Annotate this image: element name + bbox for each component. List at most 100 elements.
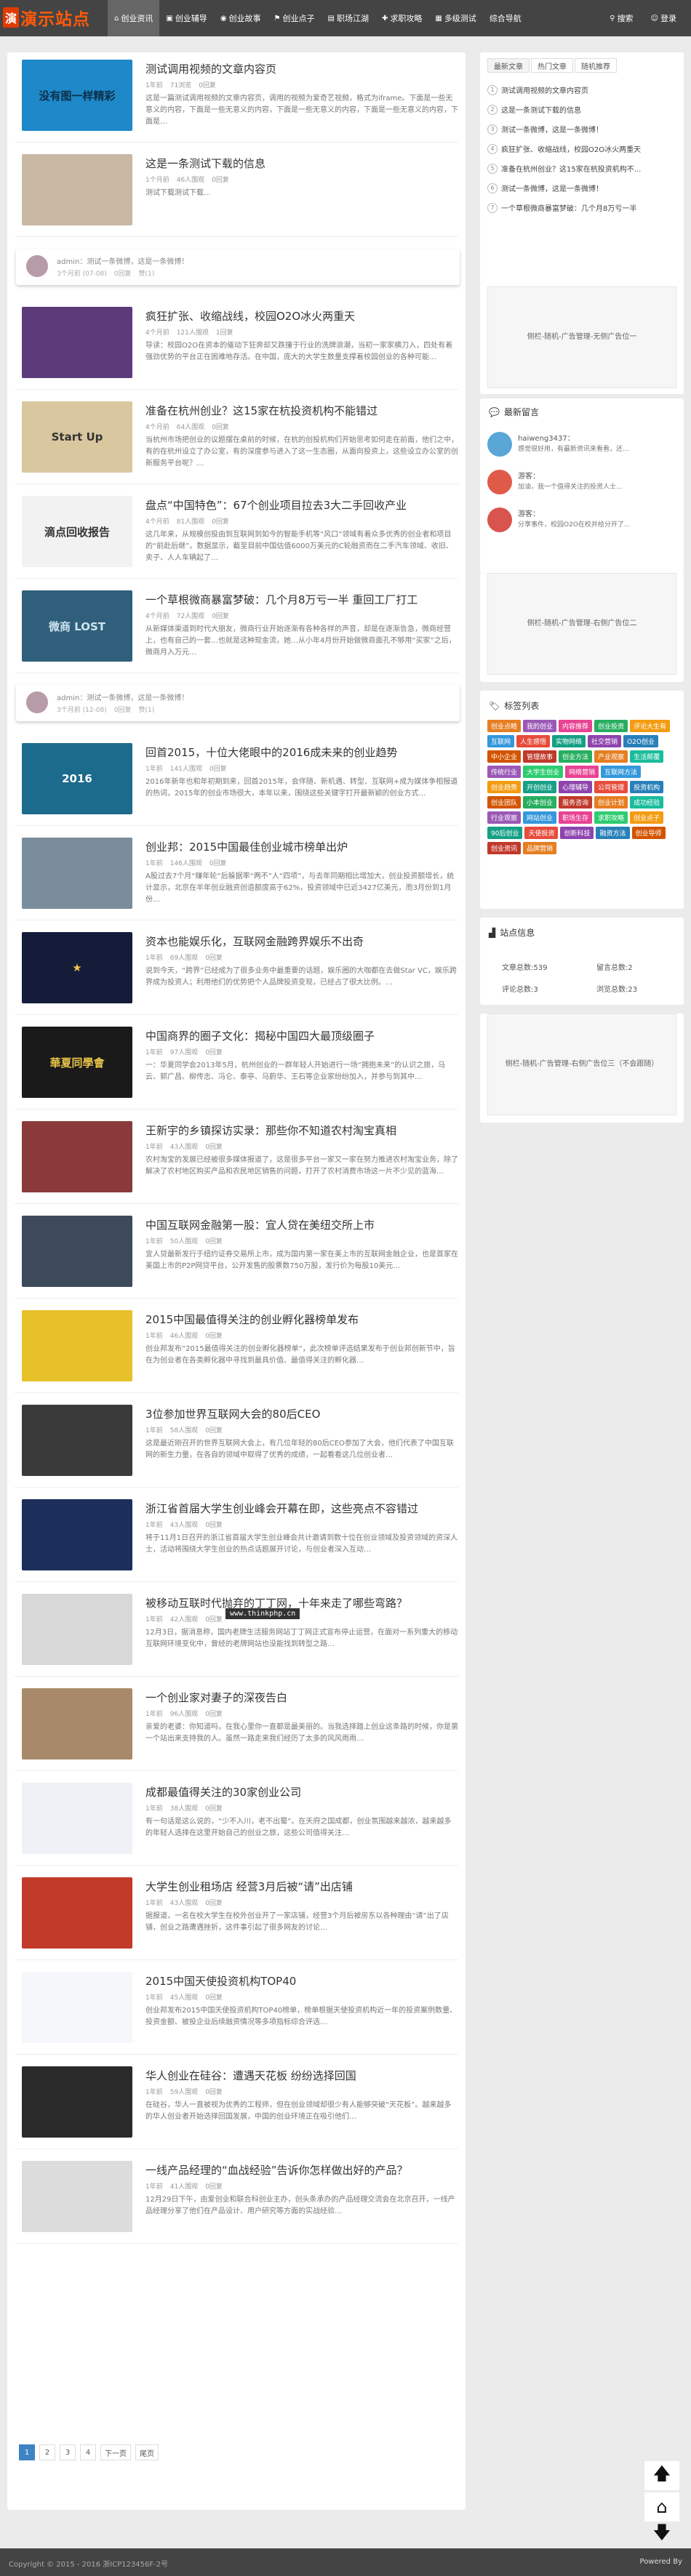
recent-comment[interactable]: 游客： 分享事件，校园O2O在校并给分开了... (487, 505, 676, 538)
sidebar-article-link[interactable]: 2 这是一条测试下载的信息 (487, 104, 581, 115)
tag-link[interactable]: 中小企业 (487, 750, 522, 763)
post-thumbnail[interactable]: 没有图一样精彩 (22, 60, 132, 131)
site-logo[interactable]: 演 演示站点 (3, 6, 90, 29)
post-title[interactable]: 一个创业家对妻子的深夜告白 (145, 1690, 458, 1705)
tag-link[interactable]: 创业点子 (630, 811, 664, 824)
microblog-item[interactable]: admin：测试一条微博，这是一条微博！ 3个月前 (12-08) 0回复 赞(1) (16, 685, 460, 721)
scroll-top-icon[interactable]: 🡅 (644, 2461, 679, 2490)
sidebar-tab-0[interactable]: 最新文章 (487, 58, 530, 73)
post-thumbnail[interactable] (22, 1121, 132, 1192)
post-thumbnail[interactable] (22, 154, 132, 225)
tag-link[interactable]: 社交营销 (588, 735, 622, 747)
post-thumbnail[interactable] (22, 838, 132, 909)
post-title[interactable]: 创业邦：2015中国最佳创业城市榜单出炉 (145, 839, 458, 854)
tag-link[interactable]: 天使投资 (524, 827, 559, 839)
sidebar-article-link[interactable]: 1 测试调用视频的文章内容页 (487, 84, 588, 95)
home-float-icon[interactable]: ⌂ (644, 2492, 679, 2521)
page-button-4[interactable]: 下一页 (100, 2444, 131, 2460)
powered-by[interactable]: Powered By (640, 2558, 682, 2566)
post-thumbnail[interactable] (22, 1972, 132, 2043)
sidebar-ad-3[interactable]: 侧栏-随机-广告管理-右侧广告位三（不会跟随） (487, 1014, 676, 1115)
nav-item-2[interactable]: ◉ 创业故事 (214, 0, 268, 36)
tag-link[interactable]: 大学生创业 (523, 766, 564, 778)
post-thumbnail[interactable]: 2016 (22, 743, 132, 814)
post-title[interactable]: 这是一条测试下载的信息 (145, 156, 458, 171)
nav-item-0[interactable]: ⌂ 创业资讯 (108, 0, 160, 36)
post-thumbnail[interactable] (22, 1688, 132, 1760)
nav-right-item-1[interactable]: ☺ 登录 (642, 0, 685, 36)
post-thumbnail[interactable] (22, 1783, 132, 1854)
post-title[interactable]: 疯狂扩张、收缩战线，校园O2O冰火两重天 (145, 308, 458, 324)
tag-link[interactable]: 创业团队 (487, 796, 522, 808)
tag-link[interactable]: 创新科技 (560, 827, 594, 839)
microblog-item[interactable]: admin：测试一条微博，这是一条微博！ 3个月前 (07-08) 0回复 赞(1) (16, 249, 460, 285)
tag-link[interactable]: 创业点睛 (487, 720, 522, 732)
tag-link[interactable]: 人生感悟 (516, 735, 551, 747)
post-title[interactable]: 浙江省首届大学生创业峰会开幕在即，这些亮点不容错过 (145, 1501, 458, 1516)
page-button-0[interactable]: 1 (19, 2444, 35, 2460)
post-thumbnail[interactable] (22, 1310, 132, 1381)
tag-link[interactable]: 创业导师 (631, 827, 666, 839)
sidebar-ad-1[interactable]: 侧栏-随机-广告管理-无侧广告位一 (487, 286, 676, 388)
post-thumbnail[interactable] (22, 1405, 132, 1476)
post-thumbnail[interactable] (22, 1594, 132, 1665)
post-thumbnail[interactable] (22, 2161, 132, 2232)
sidebar-article-link[interactable]: 6 测试一条微博，这是一条微博！ (487, 182, 603, 193)
tag-link[interactable]: 实物网络 (552, 735, 586, 747)
nav-item-3[interactable]: ⚑ 创业点子 (268, 0, 321, 36)
post-thumbnail[interactable]: ★ (22, 932, 132, 1003)
tag-link[interactable]: 公司管理 (594, 781, 628, 793)
tag-link[interactable]: 融资方法 (596, 827, 630, 839)
post-title[interactable]: 大学生创业租场店 经营3月后被“请”出店铺 (145, 1879, 458, 1894)
post-title[interactable]: 一线产品经理的“血战经验”告诉你怎样做出好的产品？ (145, 2162, 458, 2178)
tag-link[interactable]: 行业观察 (487, 811, 522, 824)
post-title[interactable]: 中国互联网金融第一股：宜人贷在美纽交所上市 (145, 1217, 458, 1232)
post-thumbnail[interactable]: 華夏同學會 (22, 1027, 132, 1098)
post-title[interactable]: 测试调用视频的文章内容页 (145, 61, 458, 76)
post-title[interactable]: 王新宇的乡镇探访实录：那些你不知道农村淘宝真相 (145, 1123, 458, 1138)
tag-link[interactable]: 投资机构 (630, 781, 664, 793)
tag-link[interactable]: 求职攻略 (594, 811, 628, 824)
post-title[interactable]: 2015中国天使投资机构TOP40 (145, 1973, 458, 1989)
post-thumbnail[interactable] (22, 1216, 132, 1287)
tag-link[interactable]: 我的创业 (523, 720, 557, 732)
tag-link[interactable]: 创业资讯 (487, 842, 522, 854)
tag-link[interactable]: 互联网方法 (601, 766, 642, 778)
post-thumbnail[interactable] (22, 2066, 132, 2138)
tag-link[interactable]: 内容推荐 (559, 720, 593, 732)
page-button-2[interactable]: 3 (60, 2444, 76, 2460)
scroll-bottom-icon[interactable]: 🡇 (644, 2520, 679, 2549)
sidebar-article-link[interactable]: 7 一个草根微商暴富梦破：几个月8万亏一半 (487, 202, 636, 213)
tag-link[interactable]: 心理辅导 (559, 781, 593, 793)
post-thumbnail[interactable]: 滴点回收报告 (22, 496, 132, 567)
tag-link[interactable]: 创业方法 (559, 750, 593, 763)
nav-item-4[interactable]: ▤ 职场江湖 (321, 0, 375, 36)
post-thumbnail[interactable]: 微商 LOST (22, 590, 132, 662)
tag-link[interactable]: 创业投资 (594, 720, 628, 732)
post-title[interactable]: 回首2015，十位大佬眼中的2016成未来的创业趋势 (145, 745, 458, 760)
sidebar-article-link[interactable]: 5 准备在杭州创业？这15家在杭投资机构不... (487, 163, 641, 174)
post-title[interactable]: 一个草根微商暴富梦破：几个月8万亏一半 重回工厂打工 (145, 592, 458, 607)
tag-link[interactable]: O2O创业 (623, 735, 658, 747)
post-thumbnail[interactable] (22, 307, 132, 378)
tag-link[interactable]: 90后创业 (487, 827, 523, 839)
tag-link[interactable]: 产业观察 (594, 750, 628, 763)
nav-item-6[interactable]: ▦ 多级测试 (428, 0, 482, 36)
post-title[interactable]: 中国商界的圈子文化：揭秘中国四大最顶级圈子 (145, 1028, 458, 1043)
tag-link[interactable]: 服务咨询 (559, 796, 593, 808)
page-button-5[interactable]: 尾页 (135, 2444, 159, 2460)
post-title[interactable]: 3位参加世界互联网大会的80后CEO (145, 1406, 458, 1421)
post-title[interactable]: 成都最值得关注的30家创业公司 (145, 1784, 458, 1799)
tag-link[interactable]: 品牌营销 (523, 842, 557, 854)
recent-comment[interactable]: haiweng3437： 感觉很好用，有最新资讯来看看，还... (487, 429, 676, 462)
sidebar-article-link[interactable]: 4 疯狂扩张、收缩战线，校园O2O冰火两重天 (487, 143, 641, 154)
tag-link[interactable]: 网络营销 (565, 766, 599, 778)
tag-link[interactable]: 职场生存 (559, 811, 593, 824)
tag-link[interactable]: 网站创业 (523, 811, 557, 824)
nav-item-1[interactable]: ▣ 创业辅导 (159, 0, 213, 36)
tag-link[interactable]: 管理故事 (523, 750, 557, 763)
nav-item-5[interactable]: ✚ 求职攻略 (375, 0, 428, 36)
tag-link[interactable]: 开创创业 (523, 781, 557, 793)
post-thumbnail[interactable] (22, 1877, 132, 1949)
nav-right-item-0[interactable]: ⚲ 搜索 (601, 0, 642, 36)
